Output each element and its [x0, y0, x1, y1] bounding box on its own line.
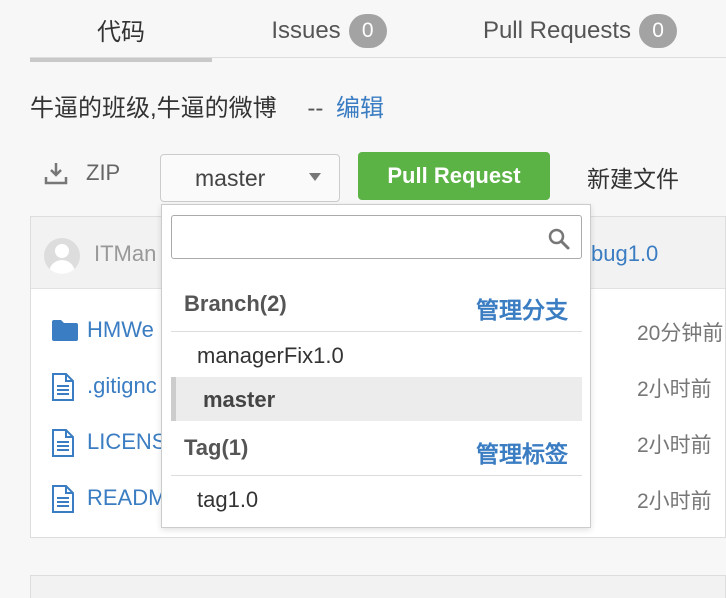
branch-select-value: master: [195, 164, 266, 191]
file-time: 2小时前: [637, 490, 712, 513]
tag-item[interactable]: tag1.0: [171, 477, 582, 521]
description-separator: --: [307, 95, 324, 122]
commit-message-link[interactable]: bug1.0: [591, 241, 658, 267]
pull-request-button[interactable]: Pull Request: [358, 152, 550, 200]
avatar-head: [55, 244, 69, 258]
manage-branches-link[interactable]: 管理分支: [476, 291, 568, 325]
file-icon: [52, 485, 74, 513]
file-icon: [52, 373, 74, 401]
repo-description-row: 牛逼的班级,牛逼的微博 -- 编辑: [30, 88, 384, 123]
edit-description-link[interactable]: 编辑: [336, 95, 384, 122]
branch-search-input[interactable]: [172, 216, 532, 258]
tag-section-title: Tag(1): [184, 435, 249, 460]
manage-tags-link[interactable]: 管理标签: [476, 435, 568, 469]
file-time: 2小时前: [637, 378, 712, 401]
tab-pull-requests[interactable]: Pull Requests 0: [460, 0, 700, 62]
tab-code-label: 代码: [97, 18, 145, 46]
zip-download-button[interactable]: ZIP: [44, 160, 120, 186]
file-time: 2小时前: [637, 434, 712, 457]
branch-item-selected[interactable]: master: [171, 377, 582, 421]
readme-panel: [30, 575, 726, 598]
search-icon[interactable]: [547, 227, 571, 251]
branch-select[interactable]: master: [160, 154, 340, 202]
file-time: 20分钟前: [637, 322, 724, 345]
file-name[interactable]: .gitignc: [87, 373, 157, 399]
dropdown-divider: [171, 331, 582, 332]
branch-search-box: [171, 215, 582, 259]
file-icon: [52, 429, 74, 457]
file-name[interactable]: LICENS: [87, 429, 166, 455]
branch-item-label: managerFix1.0: [197, 343, 344, 368]
branch-dropdown: Branch(2) 管理分支 managerFix1.0 master Tag(…: [161, 204, 591, 528]
branch-item[interactable]: managerFix1.0: [171, 333, 582, 377]
new-file-link[interactable]: 新建文件: [587, 160, 679, 194]
repo-description: 牛逼的班级,牛逼的微博: [30, 95, 277, 122]
commit-author[interactable]: ITMan: [94, 241, 156, 267]
repo-tabs: 代码 Issues 0 Pull Requests 0: [0, 0, 726, 62]
tab-issues-label: Issues: [271, 17, 341, 44]
branch-section-title: Branch(2): [184, 291, 287, 316]
tab-issues[interactable]: Issues 0: [250, 0, 408, 62]
file-name[interactable]: HMWe: [87, 317, 154, 343]
dropdown-divider: [171, 475, 582, 476]
tab-pull-requests-label: Pull Requests: [482, 17, 632, 44]
avatar[interactable]: [44, 238, 80, 274]
tag-item-label: tag1.0: [197, 487, 259, 512]
tabs-divider: [30, 57, 726, 58]
caret-down-icon: [309, 173, 321, 181]
branch-item-label: master: [203, 387, 276, 412]
folder-icon: [52, 320, 78, 341]
avatar-body: [49, 260, 75, 274]
download-icon: [44, 163, 68, 185]
file-name[interactable]: READM: [87, 485, 166, 511]
pull-requests-count-badge: 0: [639, 14, 678, 48]
zip-label: ZIP: [86, 160, 121, 185]
tab-code[interactable]: 代码: [30, 0, 212, 62]
issues-count-badge: 0: [348, 14, 387, 48]
